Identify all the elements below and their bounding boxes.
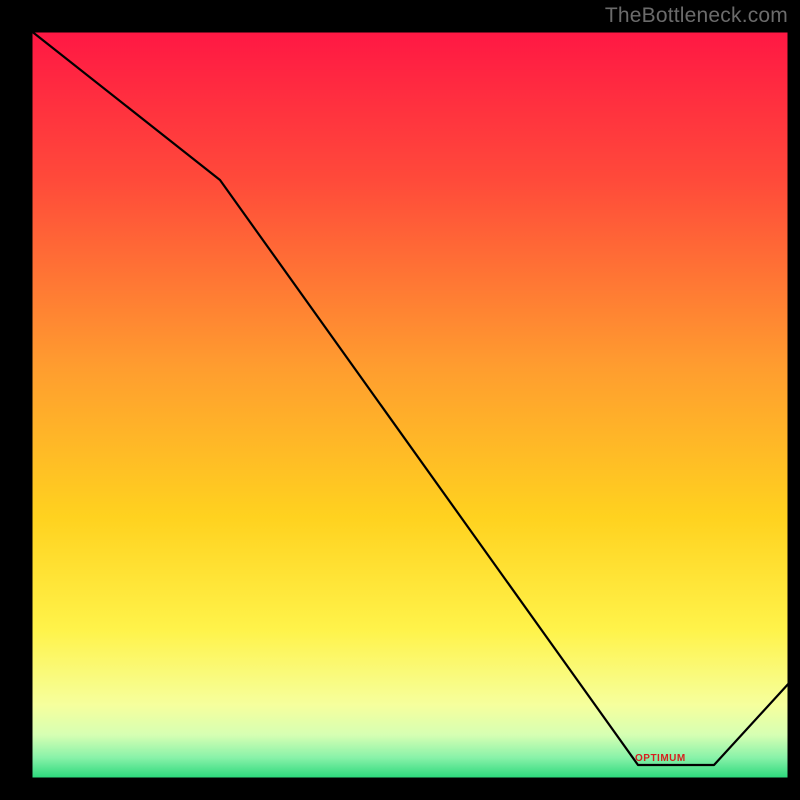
bottleneck-chart: TheBottleneck.com OPTIMUM: [0, 0, 800, 800]
chart-svg: [0, 0, 800, 800]
plot-background: [30, 30, 790, 780]
optimum-annotation: OPTIMUM: [635, 753, 686, 764]
watermark-label: TheBottleneck.com: [605, 4, 788, 28]
